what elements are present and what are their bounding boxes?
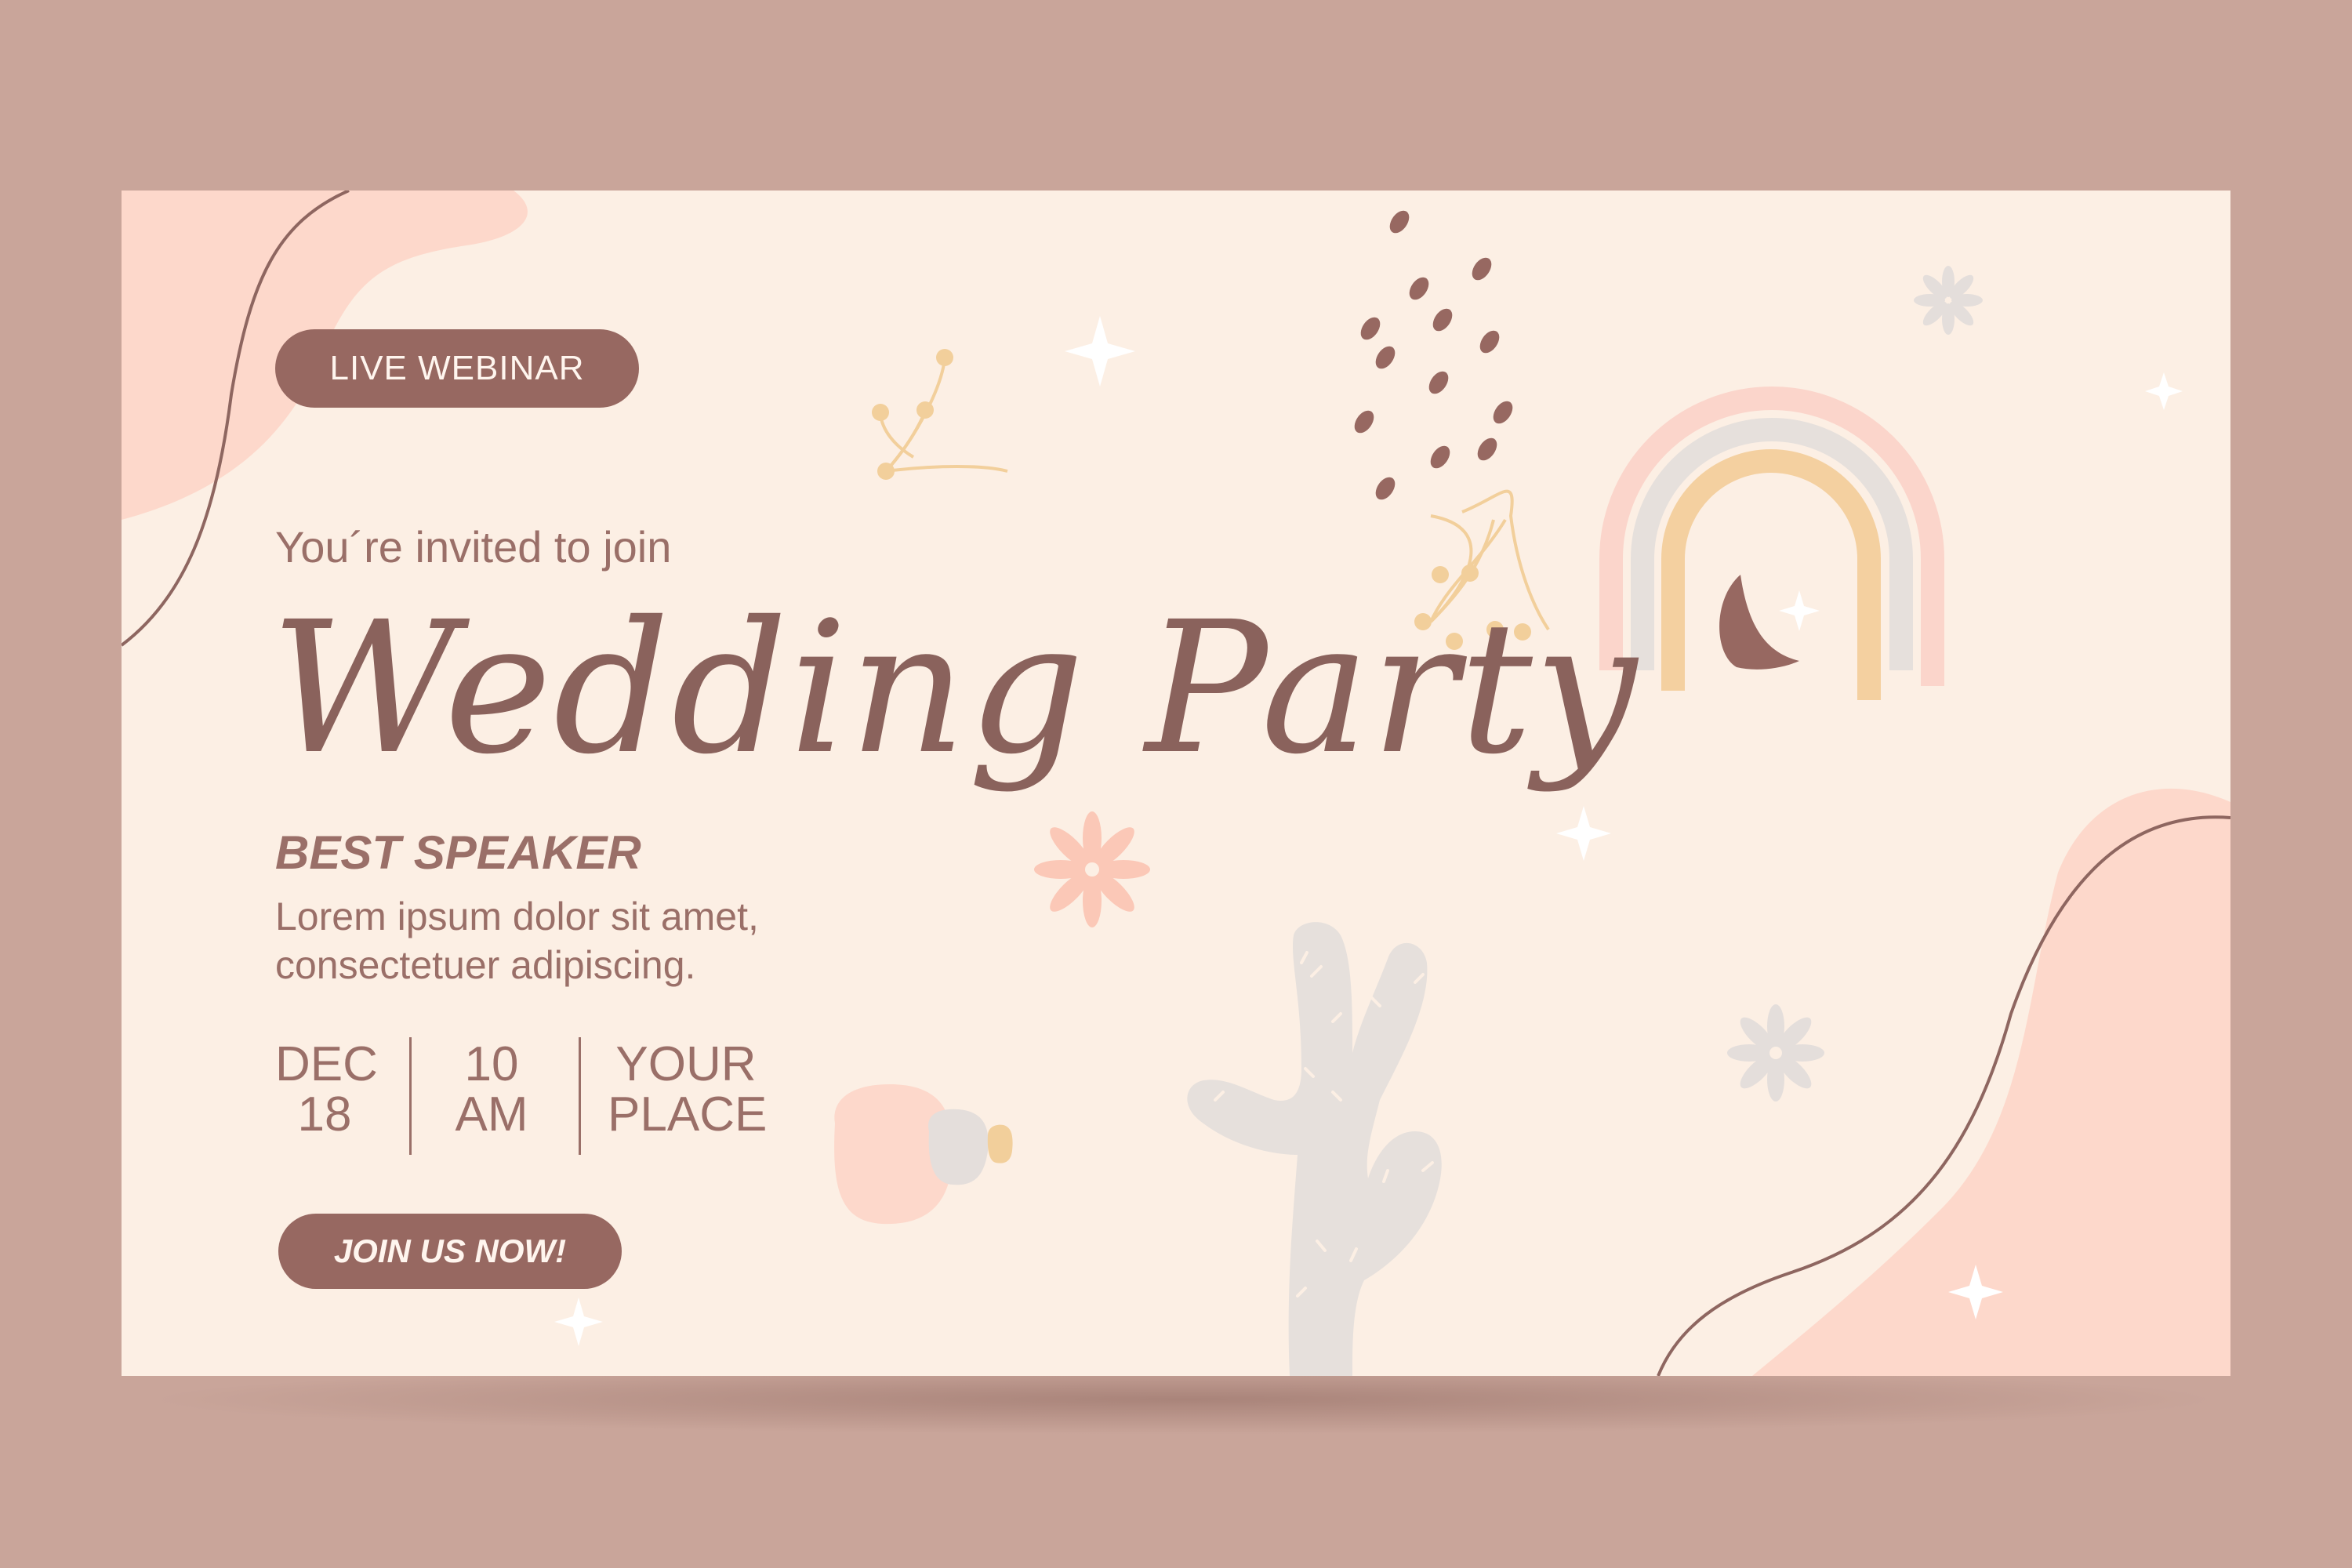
live-webinar-badge: LIVE WEBINAR: [275, 329, 639, 408]
event-meridiem: AM: [455, 1087, 528, 1142]
seed-dots-icon: [1354, 210, 1513, 500]
page-title: Wedding Party: [270, 583, 1639, 794]
event-month: DEC: [275, 1037, 378, 1091]
bottom-right-blob: [1752, 788, 2230, 1376]
divider: [579, 1037, 581, 1155]
cactus-icon: [1187, 922, 1442, 1376]
grey-flower-icon-small: [1914, 266, 1983, 335]
event-date: DEC 18: [275, 1037, 378, 1142]
speaker-description: Lorem ipsum dolor sit amet, consectetuer…: [275, 895, 759, 987]
invite-text: You´re invited to join: [275, 522, 672, 572]
sprig-buds-icon: [872, 349, 953, 480]
moon-icon: [1719, 575, 1799, 670]
pebbles-icon: [834, 1084, 1013, 1225]
sprig-icon: [879, 358, 1008, 473]
event-place-line1: YOUR: [615, 1037, 757, 1091]
join-us-button[interactable]: JOIN US NOW!: [278, 1214, 622, 1289]
speaker-heading: BEST SPEAKER: [275, 826, 641, 879]
divider: [409, 1037, 412, 1155]
event-day: 18: [297, 1087, 352, 1142]
pink-flower-icon: [1034, 811, 1150, 927]
event-time: 10 AM: [448, 1040, 535, 1140]
grey-flower-icon: [1727, 1004, 1824, 1102]
event-place-line2: PLACE: [608, 1087, 768, 1142]
event-hour: 10: [464, 1037, 519, 1091]
event-place: YOUR PLACE: [608, 1037, 768, 1142]
webinar-banner: LIVE WEBINAR You´re invited to join Wedd…: [122, 191, 2230, 1376]
